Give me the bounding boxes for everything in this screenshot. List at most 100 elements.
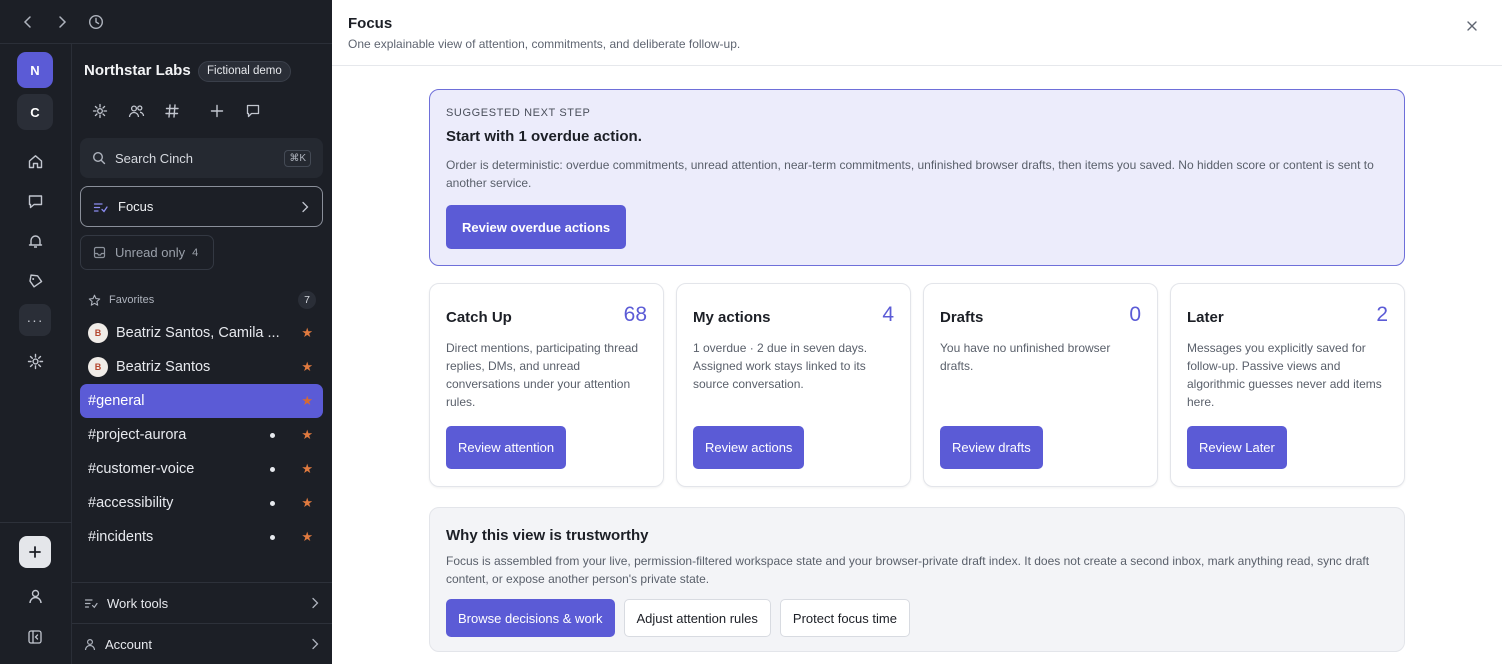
sidebar: Northstar Labs Fictional demo Search Cin…: [72, 44, 332, 664]
new-message-icon[interactable]: [242, 100, 264, 122]
work-tools-label: Work tools: [107, 595, 169, 611]
chevron-right-icon: [312, 638, 319, 650]
star-icon[interactable]: ★: [301, 461, 313, 477]
forward-arrow-icon[interactable]: [51, 11, 73, 33]
workspace-switcher-c[interactable]: C: [17, 94, 53, 130]
unread-dot: [270, 500, 276, 506]
top-nav-bar: [0, 0, 332, 44]
trust-heading: Why this view is trustworthy: [446, 527, 649, 544]
unread-dot: [270, 432, 276, 438]
tag-icon[interactable]: [24, 270, 46, 292]
card-description: You have no unfinished browser drafts.: [940, 341, 1111, 373]
adjust-attention-rules-button[interactable]: Adjust attention rules: [623, 599, 771, 637]
channel-item-accessibility[interactable]: #accessibility ★: [80, 486, 323, 520]
card-title: Later: [1187, 309, 1224, 326]
favorite-name: Beatriz Santos: [116, 359, 211, 375]
channel-item-project-aurora[interactable]: #project-aurora ★: [80, 418, 323, 452]
collapse-sidebar-icon[interactable]: [24, 626, 46, 648]
review-later-button[interactable]: Review Later: [1187, 426, 1287, 469]
home-icon[interactable]: [24, 150, 46, 172]
star-icon[interactable]: ★: [301, 325, 313, 341]
trust-actions: Browse decisions & work Adjust attention…: [446, 599, 1388, 637]
star-icon[interactable]: ★: [301, 427, 313, 443]
catch-up-card: Catch Up 68 Direct mentions, participati…: [429, 283, 664, 487]
focus-list-icon: [93, 202, 108, 213]
org-name[interactable]: Northstar Labs: [84, 62, 191, 79]
star-icon[interactable]: ★: [301, 529, 313, 545]
suggestion-heading: Start with 1 overdue action.: [446, 128, 642, 145]
star-icon[interactable]: ★: [301, 495, 313, 511]
favorites-header[interactable]: Favorites 7: [88, 291, 316, 309]
channels-hash-icon[interactable]: [161, 100, 183, 122]
demo-badge: Fictional demo: [198, 61, 291, 82]
people-icon[interactable]: [125, 100, 147, 122]
favorite-item-group-dm[interactable]: B Beatriz Santos, Camila ... ★: [80, 316, 323, 350]
card-count: 2: [1376, 303, 1388, 326]
favorite-item-dm[interactable]: B Beatriz Santos ★: [80, 350, 323, 384]
trust-body: Focus is assembled from your live, permi…: [446, 554, 1370, 586]
workspace-rail: N C ···: [0, 44, 72, 664]
chevron-right-icon: [312, 597, 319, 609]
unread-dot: [270, 466, 276, 472]
my-actions-card: My actions 4 1 overdue · 2 due in seven …: [676, 283, 911, 487]
protect-focus-time-button[interactable]: Protect focus time: [779, 599, 910, 637]
sidebar-item-focus[interactable]: Focus: [80, 186, 323, 227]
review-drafts-button[interactable]: Review drafts: [940, 426, 1043, 469]
star-icon[interactable]: ★: [301, 393, 313, 409]
favorite-name: Beatriz Santos, Camila ...: [116, 325, 280, 341]
unread-only-toggle[interactable]: Unread only 4: [80, 235, 214, 270]
star-outline-icon: [88, 294, 101, 306]
review-actions-button[interactable]: Review actions: [693, 426, 805, 469]
card-title: Catch Up: [446, 309, 512, 326]
channel-name: #customer-voice: [88, 461, 195, 477]
search-input[interactable]: Search Cinch ⌘K: [80, 138, 323, 178]
unread-count: 4: [192, 246, 199, 259]
avatar: B: [88, 323, 108, 343]
avatar: B: [88, 357, 108, 377]
drafts-card: Drafts 0 You have no unfinished browser …: [923, 283, 1158, 487]
later-card: Later 2 Messages you explicitly saved fo…: [1170, 283, 1405, 487]
card-title: Drafts: [940, 309, 984, 326]
review-overdue-button[interactable]: Review overdue actions: [446, 205, 627, 249]
channel-name: #accessibility: [88, 495, 174, 511]
messages-icon[interactable]: [24, 190, 46, 212]
more-icon[interactable]: ···: [19, 304, 51, 336]
sparkle-icon[interactable]: [89, 100, 111, 122]
back-arrow-icon[interactable]: [17, 11, 39, 33]
add-workspace-button[interactable]: [19, 536, 51, 568]
suggested-next-step: SUGGESTED NEXT STEP Start with 1 overdue…: [429, 89, 1405, 266]
favorites-label: Favorites: [109, 294, 155, 306]
settings-gear-icon[interactable]: [24, 350, 46, 372]
browse-decisions-button[interactable]: Browse decisions & work: [446, 599, 615, 637]
sidebar-divider: [72, 623, 332, 624]
channel-name: #incidents: [88, 529, 154, 545]
channel-item-general[interactable]: #general ★: [80, 384, 323, 418]
plus-icon[interactable]: [206, 100, 228, 122]
search-shortcut: ⌘K: [284, 149, 311, 167]
bell-icon[interactable]: [24, 230, 46, 252]
card-count: 68: [623, 303, 647, 326]
card-description: Direct mentions, participating thread re…: [446, 341, 639, 409]
channel-item-customer-voice[interactable]: #customer-voice ★: [80, 452, 323, 486]
channel-name: #project-aurora: [88, 427, 187, 443]
card-description: 1 overdue · 2 due in seven days. Assigne…: [693, 341, 868, 391]
work-tools-item[interactable]: Work tools: [84, 591, 320, 615]
chevron-right-icon: [302, 201, 309, 212]
channel-item-incidents[interactable]: #incidents ★: [80, 520, 323, 554]
workspace-switcher-n[interactable]: N: [17, 52, 53, 88]
history-clock-icon[interactable]: [85, 11, 107, 33]
profile-icon[interactable]: [24, 585, 46, 607]
review-attention-button[interactable]: Review attention: [446, 426, 567, 469]
star-icon[interactable]: ★: [301, 359, 313, 375]
account-label: Account: [105, 636, 152, 652]
close-icon[interactable]: [1462, 16, 1482, 36]
search-icon: [92, 151, 106, 165]
trust-explainer: Why this view is trustworthy Focus is as…: [429, 507, 1405, 652]
favorites-count: 7: [298, 291, 316, 309]
panel-header: Focus One explainable view of attention,…: [332, 0, 1502, 66]
focus-panel: Focus One explainable view of attention,…: [332, 0, 1502, 664]
card-count: 0: [1129, 303, 1141, 326]
account-item[interactable]: Account: [84, 632, 320, 656]
search-label: Search Cinch: [115, 150, 194, 166]
card-count: 4: [882, 303, 894, 326]
